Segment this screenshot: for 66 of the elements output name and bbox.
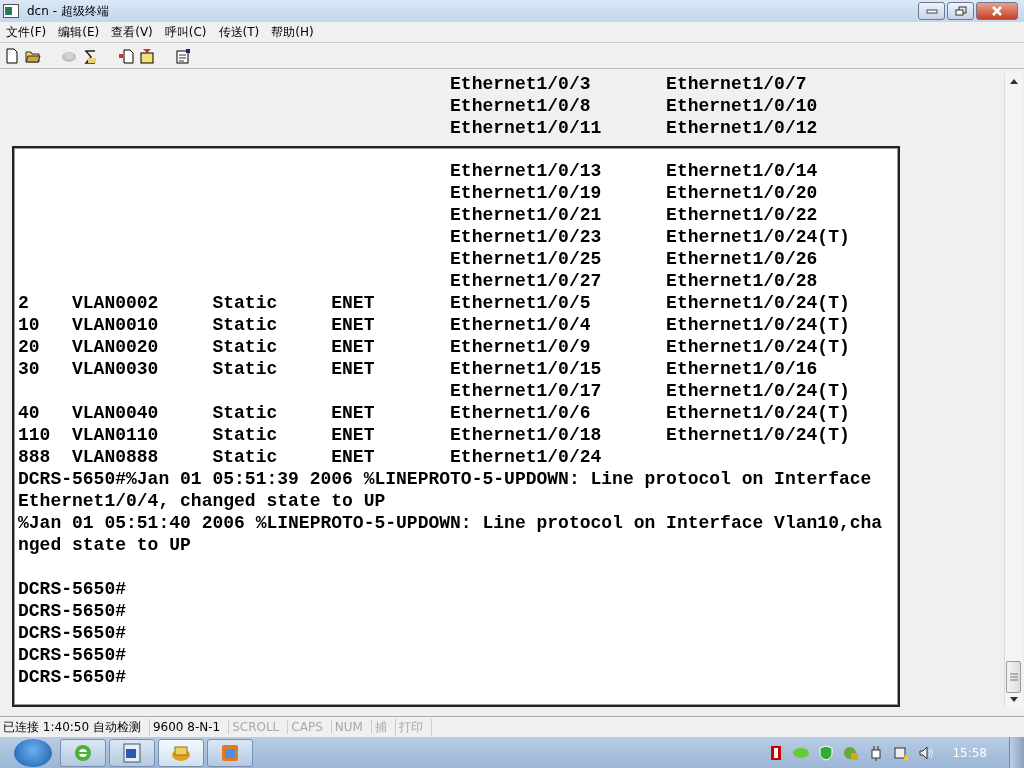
scrollbar-thumb[interactable]	[1006, 661, 1021, 693]
status-field: 9600 8-N-1	[149, 720, 230, 734]
terminal-line: DCRS-5650#	[18, 666, 128, 688]
terminal-line: Ethernet1/0/4, changed state to UP	[18, 490, 387, 512]
properties-icon[interactable]	[174, 46, 192, 65]
start-button[interactable]	[14, 738, 52, 767]
taskbar-button[interactable]	[158, 738, 204, 767]
terminal-line: DCRS-5650#	[18, 578, 128, 600]
status-field: 已连接 1:40:50 自动检测	[0, 718, 150, 736]
network-warning-icon[interactable]	[893, 744, 910, 761]
terminal-line: DCRS-5650#%Jan 01 05:51:39 2006 %LINEPROTO-5-UPDOWN: Line protocol on Interface	[18, 468, 873, 490]
minimize-icon	[925, 8, 938, 14]
scroll-down-icon[interactable]	[1009, 697, 1018, 702]
status-field: CAPS	[288, 720, 332, 734]
terminal-line: Ethernet1/0/21 Ethernet1/0/22	[449, 204, 819, 226]
show-desktop-button[interactable]	[1009, 737, 1024, 768]
terminal-line: DCRS-5650#	[18, 644, 128, 666]
terminal-line: nged state to UP	[18, 534, 192, 556]
status-field: SCROLL	[229, 720, 289, 734]
restore-icon	[954, 6, 967, 16]
terminal-line: 2 VLAN0002 Static ENET Ethernet1/0/5 Ethernet1/0/24(T)	[18, 292, 851, 314]
receive-file-icon[interactable]	[138, 46, 156, 65]
shield-icon[interactable]	[818, 744, 835, 761]
terminal-line: DCRS-5650#	[18, 600, 128, 622]
terminal-line: 888 VLAN0888 Static ENET Ethernet1/0/24	[18, 446, 603, 468]
taskbar-button[interactable]	[109, 738, 155, 767]
close-button[interactable]	[976, 2, 1018, 20]
terminal-line: Ethernet1/0/23 Ethernet1/0/24(T)	[449, 226, 851, 248]
terminal-line: Ethernet1/0/17 Ethernet1/0/24(T)	[449, 380, 851, 402]
terminal-line: Ethernet1/0/8 Ethernet1/0/10	[449, 95, 819, 117]
menu-item[interactable]: 查看(V)	[105, 23, 159, 41]
terminal-line: %Jan 01 05:51:40 2006 %LINEPROTO-5-UPDOWN: Line protocol on Interface Vlan10,cha	[18, 512, 884, 534]
terminal-line: Ethernet1/0/19 Ethernet1/0/20	[449, 182, 819, 204]
clock: 15:58	[952, 745, 987, 760]
terminal-line: Ethernet1/0/25 Ethernet1/0/26	[449, 248, 819, 270]
status-field: 捕	[371, 718, 396, 736]
terminal-line: Ethernet1/0/13 Ethernet1/0/14	[449, 160, 819, 182]
terminal-line: Ethernet1/0/11 Ethernet1/0/12	[449, 117, 819, 139]
speaker-icon[interactable]	[918, 744, 935, 761]
window-title: dcn - 超级终端	[27, 2, 109, 20]
menu-item[interactable]: 传送(T)	[212, 23, 266, 41]
close-icon	[991, 6, 1003, 16]
scroll-up-icon[interactable]	[1009, 79, 1018, 84]
menu-item[interactable]: 呼叫(C)	[158, 23, 213, 41]
menu-item[interactable]: 编辑(E)	[52, 23, 106, 41]
menu-item[interactable]: 文件(F)	[0, 23, 53, 41]
new-file-icon[interactable]	[3, 46, 21, 65]
vertical-scrollbar[interactable]	[1004, 73, 1022, 708]
terminal-line: 30 VLAN0030 Static ENET Ethernet1/0/15 Ethernet1/0/16	[18, 358, 819, 380]
maximize-button[interactable]	[947, 2, 974, 20]
terminal-window-icon	[3, 4, 19, 18]
terminal-line: 110 VLAN0110 Static ENET Ethernet1/0/18 Ethernet1/0/24(T)	[18, 424, 851, 446]
send-file-icon[interactable]	[117, 46, 135, 65]
terminal-line: Ethernet1/0/3 Ethernet1/0/7	[449, 73, 808, 95]
terminal-line: 40 VLAN0040 Static ENET Ethernet1/0/6 Ethernet1/0/24(T)	[18, 402, 851, 424]
status-field: NUM	[331, 720, 372, 734]
terminal-line: 10 VLAN0010 Static ENET Ethernet1/0/4 Ethernet1/0/24(T)	[18, 314, 851, 336]
minimize-button[interactable]	[918, 2, 945, 20]
document-icon	[121, 741, 143, 764]
menu-item[interactable]: 帮助(H)	[265, 23, 320, 41]
taskbar-button[interactable]	[207, 738, 253, 767]
taskbar-button[interactable]	[60, 738, 106, 767]
terminal-line: Ethernet1/0/27 Ethernet1/0/28	[449, 270, 819, 292]
terminal-line: DCRS-5650#	[18, 622, 128, 644]
status-field: 打印	[395, 718, 432, 736]
terminal-line: 20 VLAN0020 Static ENET Ethernet1/0/9 Ethernet1/0/24(T)	[18, 336, 851, 358]
